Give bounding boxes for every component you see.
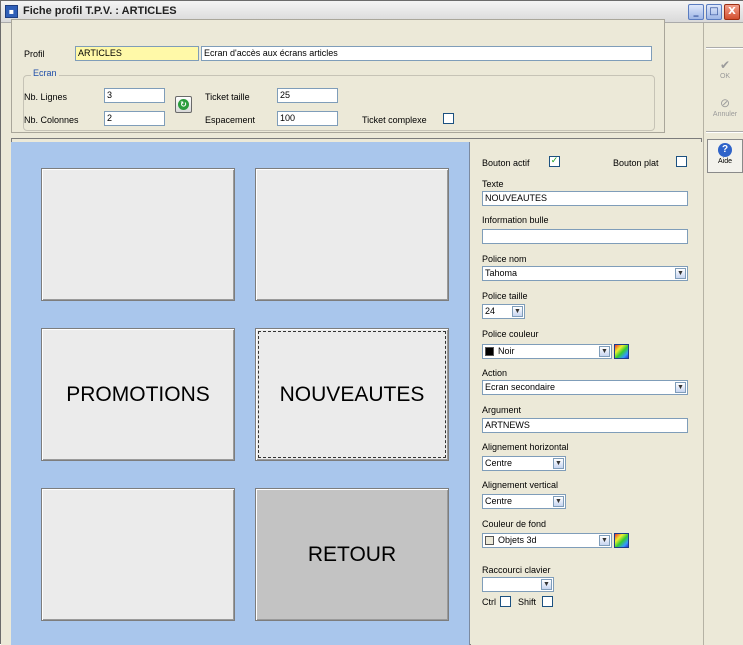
help-button[interactable]: ? Aide — [707, 139, 743, 173]
minimize-button[interactable]: _ — [688, 4, 704, 20]
maximize-button[interactable]: □ — [706, 4, 722, 20]
chevron-down-icon[interactable]: ▼ — [553, 496, 564, 507]
close-button[interactable]: X — [724, 4, 740, 20]
chevron-down-icon[interactable]: ▼ — [599, 535, 610, 546]
halign-select[interactable]: Centre ▼ — [482, 456, 566, 471]
font-color-swatch — [485, 347, 494, 357]
font-size-label: Police taille — [482, 291, 528, 301]
valign-select[interactable]: Centre ▼ — [482, 494, 566, 509]
complex-ticket-label: Ticket complexe — [362, 115, 427, 125]
checkmark-icon: ✔ — [719, 58, 731, 72]
spacing-input[interactable]: 100 — [277, 111, 338, 126]
cancel-icon: ⊘ — [719, 96, 731, 110]
chevron-down-icon[interactable]: ▼ — [599, 346, 610, 357]
ok-label: OK — [719, 73, 731, 80]
sidebar-separator — [706, 47, 743, 49]
grid-button-retour[interactable]: RETOUR — [255, 488, 449, 621]
sidebar-separator — [706, 131, 743, 133]
refresh-icon: ↻ — [178, 99, 189, 110]
text-input[interactable]: NOUVEAUTES — [482, 191, 688, 206]
active-button-label: Bouton actif — [482, 158, 530, 168]
action-select[interactable]: Ecran secondaire ▼ — [482, 380, 688, 395]
help-label: Aide — [717, 158, 732, 165]
font-color-label: Police couleur — [482, 329, 539, 339]
halign-label: Alignement horizontal — [482, 442, 569, 452]
ctrl-label: Ctrl — [482, 597, 496, 607]
shortcut-select[interactable]: ▼ — [482, 577, 554, 592]
ok-button[interactable]: ✔ OK — [707, 55, 743, 89]
valign-value: Centre — [485, 496, 513, 506]
argument-label: Argument — [482, 405, 522, 415]
spacing-label: Espacement — [205, 115, 256, 125]
chevron-down-icon[interactable]: ▼ — [675, 382, 686, 393]
grid-button[interactable] — [41, 168, 235, 301]
font-size-select[interactable]: 24 ▼ — [482, 304, 525, 319]
rows-label: Nb. Lignes — [24, 92, 68, 102]
valign-label: Alignement vertical — [482, 480, 559, 490]
font-color-palette-button[interactable] — [614, 344, 629, 359]
app-icon: ▪ — [5, 5, 18, 18]
cols-input[interactable]: 2 — [104, 111, 165, 126]
bg-color-select[interactable]: Objets 3d ▼ — [482, 533, 612, 548]
ticket-size-label: Ticket taille — [205, 92, 250, 102]
button-grid: PROMOTIONS NOUVEAUTES RETOUR — [11, 142, 470, 645]
window-title: Fiche profil T.P.V. : ARTICLES — [23, 5, 177, 17]
button-properties-panel: Bouton actif ✓ Bouton plat Texte NOUVEAU… — [471, 142, 702, 645]
bg-color-swatch — [485, 536, 494, 546]
text-label: Texte — [482, 179, 504, 189]
chevron-down-icon[interactable]: ▼ — [553, 458, 564, 469]
profile-label: Profil — [24, 49, 45, 59]
flat-button-label: Bouton plat — [613, 158, 659, 168]
chevron-down-icon[interactable]: ▼ — [675, 268, 686, 279]
grid-button-promotions[interactable]: PROMOTIONS — [41, 328, 235, 461]
shift-checkbox[interactable] — [542, 596, 553, 607]
action-label: Action — [482, 368, 508, 378]
font-name-value: Tahoma — [485, 268, 518, 278]
help-icon: ? — [718, 143, 732, 157]
ticket-size-input[interactable]: 25 — [277, 88, 338, 103]
argument-input[interactable]: ARTNEWS — [482, 418, 688, 433]
cancel-label: Annuler — [712, 111, 738, 118]
bg-color-palette-button[interactable] — [614, 533, 629, 548]
action-value: Ecran secondaire — [485, 382, 556, 392]
grid-button[interactable] — [255, 168, 449, 301]
grid-button[interactable] — [41, 488, 235, 621]
profile-description-input[interactable]: Ecran d'accès aux écrans articles — [201, 46, 652, 61]
rows-input[interactable]: 3 — [104, 88, 165, 103]
refresh-grid-button[interactable]: ↻ — [175, 96, 192, 113]
font-color-value: Noir — [498, 346, 515, 356]
font-color-select[interactable]: Noir ▼ — [482, 344, 612, 359]
complex-ticket-checkbox[interactable] — [443, 113, 454, 124]
shift-label: Shift — [518, 597, 537, 607]
cols-label: Nb. Colonnes — [24, 115, 79, 125]
halign-value: Centre — [485, 458, 513, 468]
shortcut-label: Raccourci clavier — [482, 565, 551, 575]
ctrl-checkbox[interactable] — [500, 596, 511, 607]
cancel-button[interactable]: ⊘ Annuler — [707, 93, 743, 127]
bg-color-value: Objets 3d — [498, 535, 537, 545]
tooltip-label: Information bulle — [482, 215, 549, 225]
bg-color-label: Couleur de fond — [482, 519, 547, 529]
chevron-down-icon[interactable]: ▼ — [512, 306, 523, 317]
active-button-checkbox[interactable]: ✓ — [549, 156, 560, 167]
flat-button-checkbox[interactable] — [676, 156, 687, 167]
action-sidebar: ✔ OK ⊘ Annuler ? Aide — [703, 23, 743, 645]
font-name-label: Police nom — [482, 254, 527, 264]
tooltip-input[interactable] — [482, 229, 688, 244]
grid-button-nouveautes[interactable]: NOUVEAUTES — [255, 328, 449, 461]
chevron-down-icon[interactable]: ▼ — [541, 579, 552, 590]
font-name-select[interactable]: Tahoma ▼ — [482, 266, 688, 281]
screen-group-title: Ecran — [31, 68, 59, 78]
font-size-value: 24 — [485, 306, 496, 316]
profile-code-input[interactable]: ARTICLES — [75, 46, 199, 61]
window: ▪ Fiche profil T.P.V. : ARTICLES _ □ X ✔… — [0, 0, 743, 645]
